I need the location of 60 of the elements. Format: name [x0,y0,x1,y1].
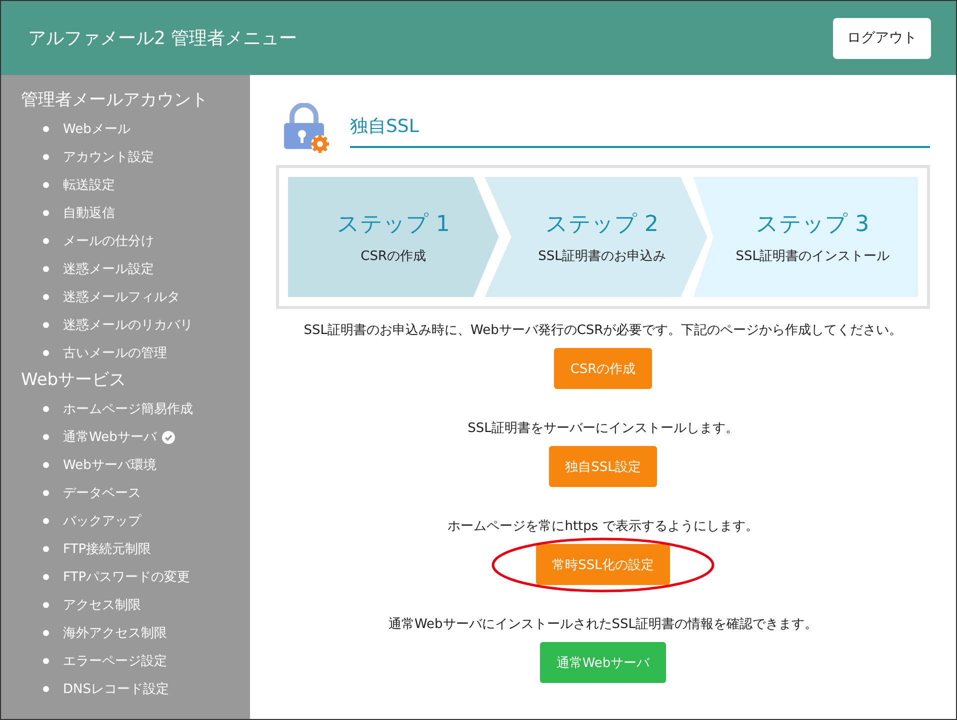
bullet-icon [43,546,49,552]
sidebar-item[interactable]: アカウント設定 [63,148,154,166]
step-caption: SSL証明書のインストール [736,248,890,265]
action-button[interactable]: CSRの作成 [554,348,652,389]
bullet-icon [43,322,49,328]
bullet-icon [43,490,49,496]
sidebar-item[interactable]: 通常Webサーバ [63,428,156,446]
sidebar-item[interactable]: 転送設定 [63,176,115,194]
sidebar-item[interactable]: Webメール [63,120,130,138]
step-caption: CSRの作成 [360,248,426,265]
bullet-icon [43,238,49,244]
page-title: 独自SSL [350,114,930,148]
description-text: ホームページを常にhttps で表示するようにします。 [448,518,758,535]
bullet-icon [43,518,49,524]
bullet-icon [43,462,49,468]
sidebar-item[interactable]: 迷惑メールフィルタ [63,288,180,306]
bullet-icon [43,294,49,300]
bullet-icon [43,658,49,664]
sidebar-item[interactable]: ホームページ簡易作成 [63,400,193,418]
sidebar-heading: 管理者メールアカウント [20,89,209,112]
bullet-icon [43,406,49,412]
sidebar-item[interactable]: データベース [63,484,141,502]
description-text: SSL証明書をサーバーにインストールします。 [468,420,738,437]
bullet-icon [43,630,49,636]
sidebar-item[interactable]: DNSレコード設定 [63,680,169,698]
bullet-icon [43,686,49,692]
sidebar-item[interactable]: 迷惑メール設定 [63,260,154,278]
action-button[interactable]: 通常Webサーバ [540,642,666,683]
step-title: ステップ 2 [546,211,658,239]
bullet-icon [43,210,49,216]
sidebar-item[interactable]: FTPパスワードの変更 [63,568,190,586]
sidebar-item[interactable]: 古いメールの管理 [63,344,167,362]
bullet-icon [43,182,49,188]
sidebar-heading: Webサービス [20,369,128,392]
action-button[interactable]: 独自SSL設定 [549,446,657,487]
bullet-icon [43,350,49,356]
bullet-icon [43,266,49,272]
logout-button[interactable]: ログアウト [833,18,931,58]
bullet-icon [43,574,49,580]
description-text: SSL証明書のお申込み時に、Webサーバ発行のCSRが必要です。下記のページから作成してください。 [304,322,902,339]
bullet-icon [43,154,49,160]
sidebar-item[interactable]: エラーページ設定 [63,652,167,670]
sidebar-item[interactable]: バックアップ [63,512,141,530]
bullet-icon [43,434,49,440]
step-title: ステップ 3 [756,211,870,239]
bullet-icon [43,602,49,608]
bullet-icon [43,126,49,132]
sidebar-item[interactable]: 迷惑メールのリカバリ [63,316,193,334]
sidebar-item[interactable]: Webサーバ環境 [63,456,156,474]
sidebar-item[interactable]: 自動返信 [63,204,115,222]
sidebar-item[interactable]: アクセス制限 [63,596,141,614]
step-caption: SSL証明書のお申込み [538,248,666,265]
description-text: 通常WebサーバにインストールされたSSL証明書の情報を確認できます。 [388,616,818,633]
sidebar-item[interactable]: メールの仕分け [63,232,154,250]
sidebar-item[interactable]: 海外アクセス制限 [63,624,167,642]
step-title: ステップ 1 [336,211,450,239]
action-button[interactable]: 常時SSL化の設定 [536,544,670,585]
app-title: アルファメール2 管理者メニュー [28,27,298,50]
lock-gear-icon [282,103,330,153]
sidebar-item[interactable]: FTP接続元制限 [63,540,152,558]
